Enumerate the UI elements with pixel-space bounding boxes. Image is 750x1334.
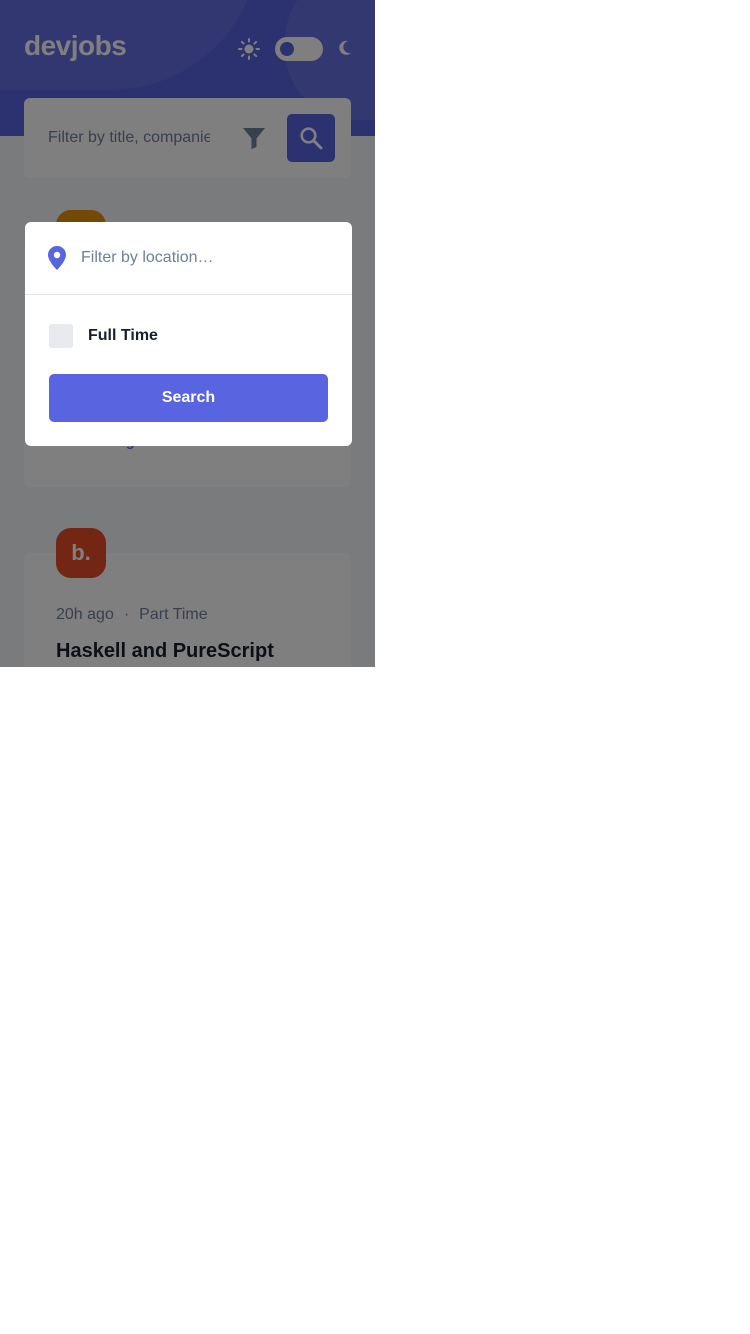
- full-time-checkbox[interactable]: [49, 324, 73, 348]
- location-pin-icon: [48, 246, 66, 270]
- filter-modal: Full Time Search: [25, 222, 352, 446]
- modal-search-button[interactable]: Search: [49, 374, 328, 422]
- location-input[interactable]: [81, 246, 331, 270]
- devjobs-app: devjobs: [0, 0, 375, 667]
- full-time-label[interactable]: Full Time: [88, 324, 158, 348]
- modal-divider: [25, 294, 352, 295]
